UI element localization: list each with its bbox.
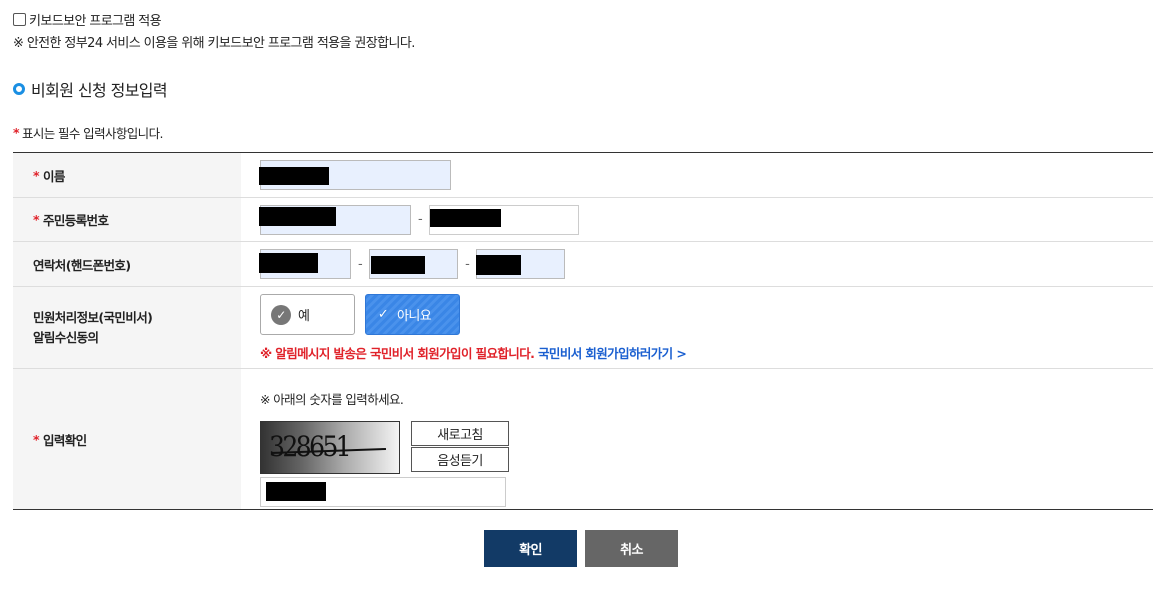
captcha-image-text: 328651 [269,430,352,463]
consent-yes-button[interactable]: ✓ 예 [260,294,355,335]
phone-input-cell: - - [241,242,1153,286]
form-actions: 확인 취소 [484,530,678,567]
phone-separator: - [358,256,363,272]
required-star-icon: * [13,125,20,140]
check-icon: ✓ [377,307,389,322]
redacted-block [259,167,329,185]
required-star-icon: * [33,167,40,183]
circle-bullet-icon [13,83,25,95]
name-label-cell: * 이름 [13,153,241,197]
resident-number-separator: - [418,212,423,227]
name-input[interactable] [259,160,451,190]
consent-no-button[interactable]: ✓ 아니요 [365,294,460,335]
captcha-image: 328651 [260,421,400,474]
redacted-block [430,208,502,227]
resident-number-input-cell: - [241,198,1153,241]
phone-label-cell: 연락처(핸드폰번호) [13,242,241,286]
phone-part3-input[interactable] [476,249,566,279]
redacted-block [259,206,336,226]
captcha-input[interactable] [260,477,506,507]
phone-part1-input[interactable] [259,249,351,279]
keyboard-security-notice: ※ 안전한 정부24 서비스 이용을 위해 키보드보안 프로그램 적용을 권장합… [13,36,415,51]
name-input-cell [241,153,1153,197]
name-row: * 이름 [13,153,1153,198]
notification-label-line1: 민원처리정보(국민비서) [33,309,153,325]
check-icon: ✓ [271,304,291,325]
applicant-form: * 이름 * 주민등록번호 - 연락처(핸드폰번호) - - 민원처리정보(국민… [13,152,1153,510]
required-notice: * 표시는 필수 입력사항입니다. [13,123,163,142]
captcha-instruction: ※ 아래의 숫자를 입력하세요. [260,392,404,407]
keyboard-security-option[interactable]: 키보드보안 프로그램 적용 [13,10,162,29]
cancel-button[interactable]: 취소 [585,530,678,567]
resident-number-label-cell: * 주민등록번호 [13,198,241,241]
consent-no-label: 아니요 [397,309,432,324]
keyboard-security-label: 키보드보안 프로그램 적용 [29,14,162,29]
captcha-label-cell: * 입력확인 [13,369,241,509]
redacted-block [259,253,318,273]
captcha-audio-button[interactable]: 음성듣기 [411,447,509,472]
notification-alert: ※ 알림메시지 발송은 국민비서 회원가입이 필요합니다. 국민비서 회원가입하… [260,343,1153,362]
section-title: 비회원 신청 정보입력 [31,81,168,100]
required-notice-text: 표시는 필수 입력사항입니다. [21,126,164,141]
phone-part2-input[interactable] [369,249,459,279]
resident-number-row: * 주민등록번호 - [13,198,1153,242]
notification-label-cell: 민원처리정보(국민비서) 알림수신동의 [13,287,241,368]
notification-alert-text: ※ 알림메시지 발송은 국민비서 회원가입이 필요합니다. [260,346,535,361]
required-star-icon: * [33,431,40,447]
phone-label: 연락처(핸드폰번호) [33,257,131,273]
phone-separator: - [465,256,470,272]
resident-number-front-input[interactable] [259,204,411,235]
redacted-block [266,482,326,501]
phone-row: 연락처(핸드폰번호) - - [13,242,1153,287]
captcha-refresh-button[interactable]: 새로고침 [411,421,509,446]
captcha-row: * 입력확인 ※ 아래의 숫자를 입력하세요. 328651 새로고침 음성듣기 [13,369,1153,509]
signup-link[interactable]: 국민비서 회원가입하러가기 > [538,346,687,361]
keyboard-security-checkbox[interactable] [13,13,26,26]
section-header: 비회원 신청 정보입력 [13,77,168,101]
notification-label-line2: 알림수신동의 [33,329,99,345]
redacted-block [476,255,522,275]
notification-input-cell: ✓ 예 ✓ 아니요 ※ 알림메시지 발송은 국민비서 회원가입이 필요합니다. … [241,287,1153,368]
notification-row: 민원처리정보(국민비서) 알림수신동의 ✓ 예 ✓ 아니요 ※ 알림메시지 발송… [13,287,1153,369]
confirm-button[interactable]: 확인 [484,530,577,567]
captcha-input-cell: ※ 아래의 숫자를 입력하세요. 328651 새로고침 음성듣기 [241,369,1153,509]
name-label: 이름 [42,168,65,184]
consent-yes-label: 예 [298,309,310,324]
redacted-block [371,256,426,274]
resident-number-label: 주민등록번호 [42,213,109,228]
required-star-icon: * [33,212,40,227]
resident-number-back-input[interactable] [429,204,580,235]
captcha-label: 입력확인 [42,432,87,448]
